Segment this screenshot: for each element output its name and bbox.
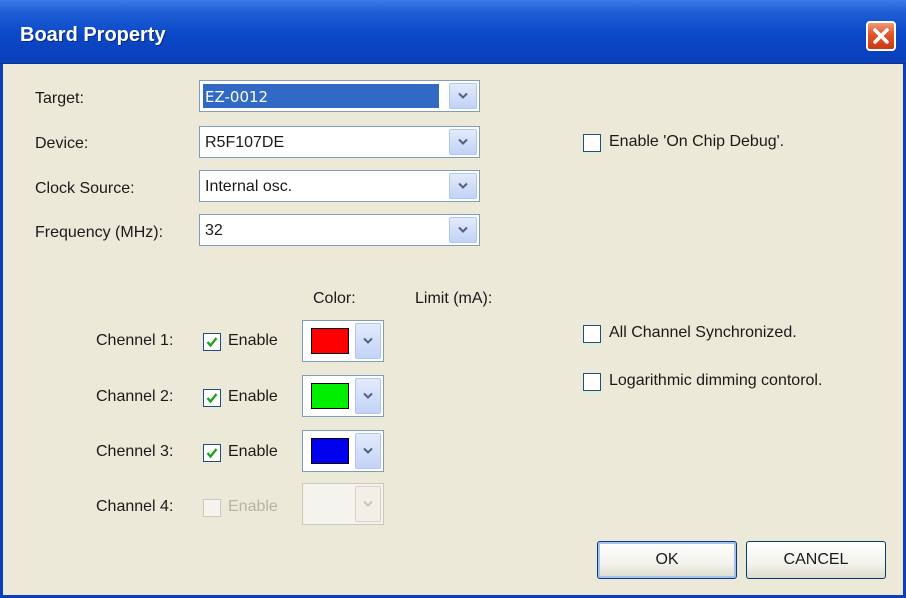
all-channel-sync-label[interactable]: All Channel Synchronized. — [609, 324, 797, 342]
channel-3-color-swatch — [311, 438, 349, 464]
frequency-value: 32 — [205, 222, 223, 239]
frequency-label: Frequency (MHz): — [35, 224, 164, 241]
chevron-down-icon — [363, 337, 373, 344]
channel-4-label: Channel 4: — [96, 498, 174, 515]
chevron-down-icon — [458, 226, 468, 233]
device-select[interactable]: R5F107DE — [199, 126, 480, 158]
device-value: R5F107DE — [205, 134, 285, 151]
channel-1-enable-label[interactable]: Enable — [228, 332, 278, 350]
chevron-down-icon — [458, 92, 468, 99]
channel-1-label: Chennel 1: — [96, 332, 174, 349]
all-channel-sync-checkbox[interactable] — [583, 325, 601, 343]
close-icon — [873, 28, 889, 44]
chevron-down-icon — [363, 392, 373, 399]
log-dimming-label[interactable]: Logarithmic dimming contorol. — [609, 372, 822, 390]
clock-source-select[interactable]: Internal osc. — [199, 170, 480, 202]
ok-button[interactable]: OK — [597, 541, 737, 579]
clock-source-value: Internal osc. — [205, 178, 293, 195]
channel-3-enable-label[interactable]: Enable — [228, 443, 278, 461]
checkmark-icon — [206, 337, 218, 348]
close-button[interactable] — [866, 21, 896, 51]
clock-source-dropdown-button[interactable] — [449, 173, 477, 199]
on-chip-debug-label[interactable]: Enable 'On Chip Debug'. — [609, 133, 784, 151]
on-chip-debug-checkbox[interactable] — [583, 134, 601, 152]
channel-4-color-dropdown-button — [355, 486, 381, 522]
channel-1-enable-checkbox[interactable] — [203, 333, 221, 351]
limit-header: Limit (mA): — [415, 290, 493, 307]
channel-4-enable-checkbox — [203, 499, 221, 517]
channel-3-color-dropdown-button[interactable] — [355, 433, 381, 469]
target-select[interactable]: EZ-0012 — [199, 80, 480, 112]
target-dropdown-button[interactable] — [449, 83, 477, 109]
channel-2-color-picker[interactable] — [302, 375, 384, 417]
channel-2-label: Channel 2: — [96, 388, 174, 405]
color-header: Color: — [313, 290, 356, 307]
frequency-dropdown-button[interactable] — [449, 217, 477, 243]
chevron-down-icon — [458, 138, 468, 145]
channel-2-enable-checkbox[interactable] — [203, 389, 221, 407]
channel-3-enable-checkbox[interactable] — [203, 444, 221, 462]
chevron-down-icon — [363, 447, 373, 454]
device-label: Device: — [35, 135, 89, 152]
checkmark-icon — [206, 448, 218, 459]
chevron-down-icon — [363, 500, 373, 507]
channel-3-color-picker[interactable] — [302, 430, 384, 472]
channel-2-color-swatch — [311, 383, 349, 409]
log-dimming-checkbox[interactable] — [583, 373, 601, 391]
channel-1-color-picker[interactable] — [302, 320, 384, 362]
channel-1-color-swatch — [311, 328, 349, 354]
channel-4-color-picker — [302, 483, 384, 525]
channel-1-color-dropdown-button[interactable] — [355, 323, 381, 359]
channel-4-enable-label: Enable — [228, 498, 278, 515]
cancel-button[interactable]: CANCEL — [746, 541, 886, 579]
window-title: Board Property — [20, 24, 166, 46]
channel-2-color-dropdown-button[interactable] — [355, 378, 381, 414]
chevron-down-icon — [458, 182, 468, 189]
title-bar: Board Property — [0, 0, 906, 64]
clock-source-label: Clock Source: — [35, 180, 135, 197]
device-dropdown-button[interactable] — [449, 129, 477, 155]
target-value: EZ-0012 — [203, 84, 439, 108]
frequency-select[interactable]: 32 — [199, 214, 480, 246]
target-label: Target: — [35, 90, 84, 107]
channel-2-enable-label[interactable]: Enable — [228, 388, 278, 406]
channel-3-label: Chennel 3: — [96, 443, 174, 460]
checkmark-icon — [206, 393, 218, 404]
